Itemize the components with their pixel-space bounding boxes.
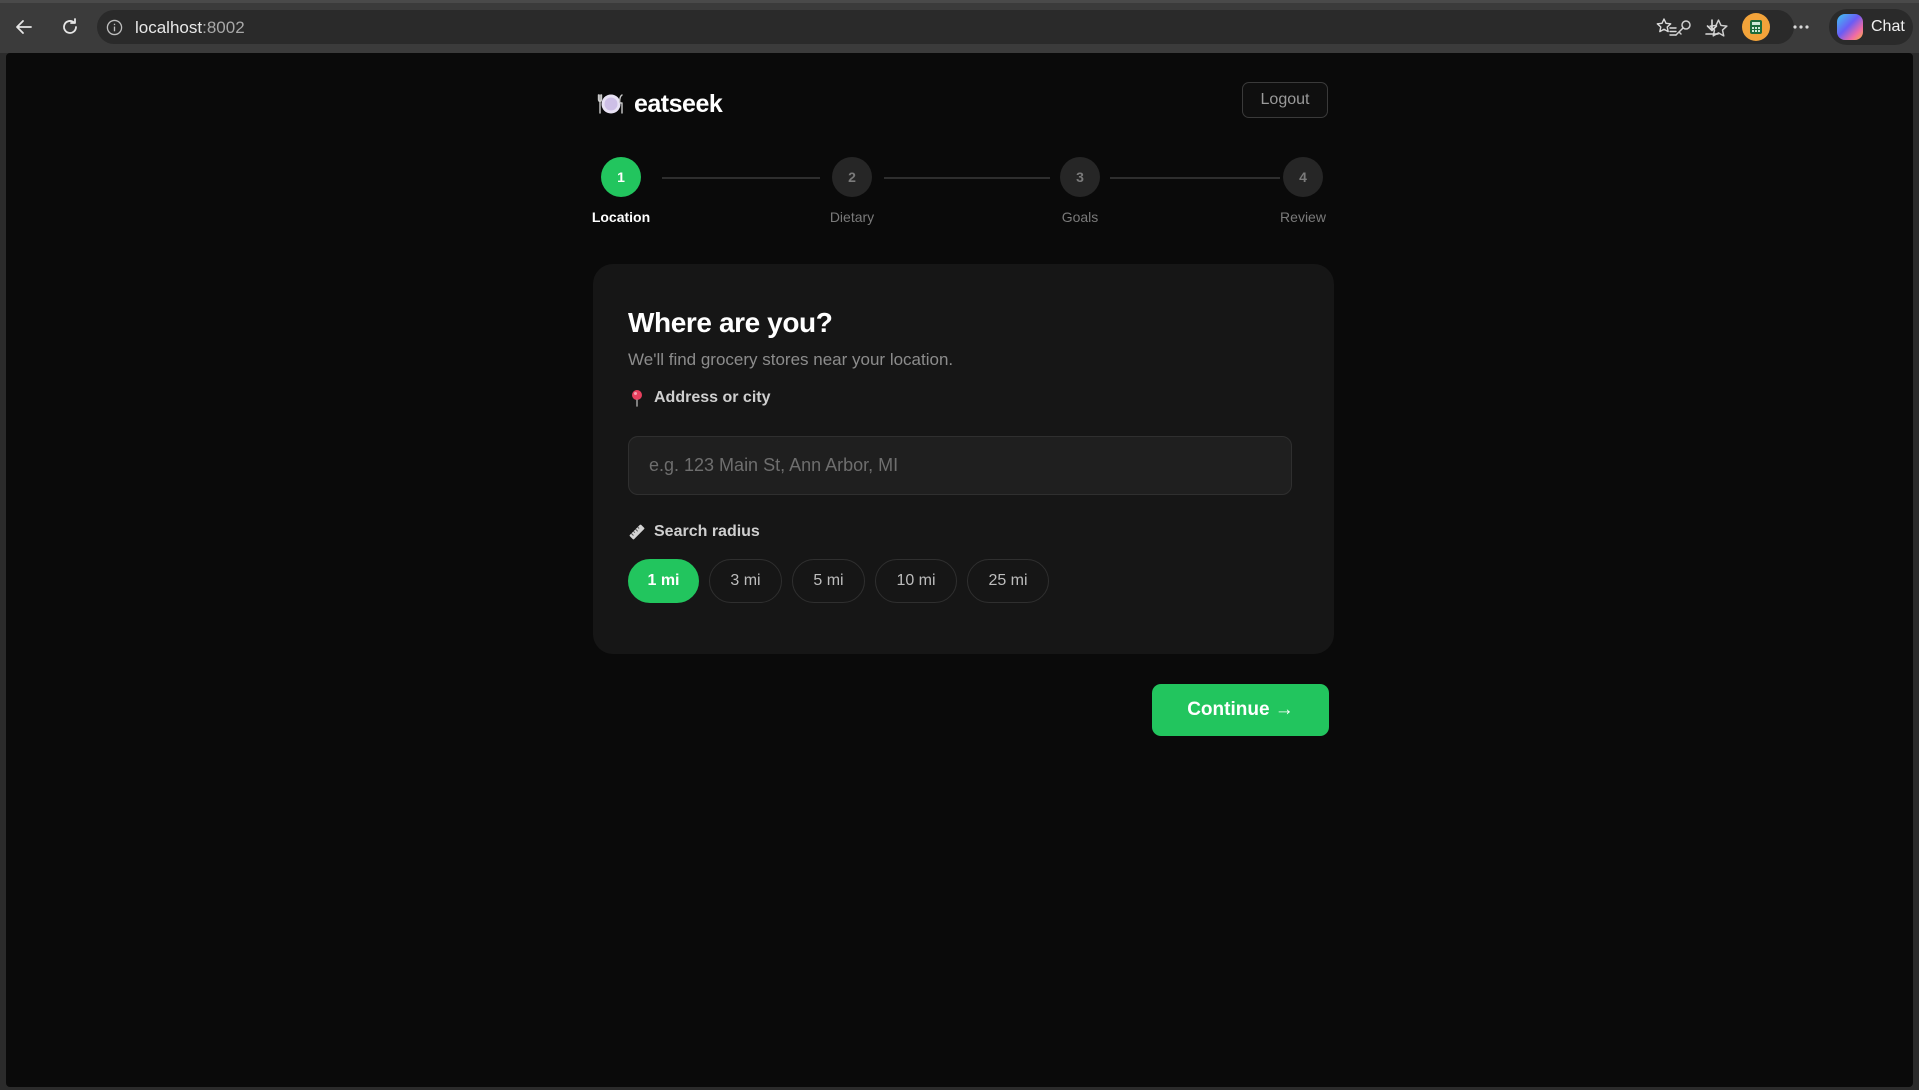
radius-option-5mi[interactable]: 5 mi [792,559,865,603]
radius-label: Search radius [628,523,760,541]
address-label: Address or city [628,389,770,407]
map-pin-icon [628,389,646,407]
step-label: Goals [1061,209,1099,225]
url-text: localhost:8002 [135,18,245,38]
step-number: 3 [1060,157,1100,197]
radius-options: 1 mi 3 mi 5 mi 10 mi 25 mi [628,559,1049,603]
continue-button[interactable]: Continue → [1152,684,1329,736]
step-number: 2 [832,157,872,197]
arrow-left-icon [16,20,32,34]
radius-option-1mi[interactable]: 1 mi [628,559,699,603]
step-label: Dietary [829,209,875,225]
brand-name: eatseek [634,89,723,118]
url-host: localhost [135,18,203,37]
ruler-icon [628,523,646,541]
site-info-icon[interactable] [105,18,123,36]
more-menu-icon[interactable] [1788,14,1814,40]
back-button[interactable] [8,11,40,43]
step-connector [884,177,1050,179]
step-dietary[interactable]: 2 Dietary [817,157,887,225]
reload-icon [63,18,77,34]
download-icon[interactable] [1699,14,1725,40]
address-bar[interactable]: localhost:8002 [97,10,1794,44]
step-goals[interactable]: 3 Goals [1045,157,1115,225]
tab-strip-edge [0,0,1919,3]
logout-button[interactable]: Logout [1242,82,1328,118]
radius-option-25mi[interactable]: 25 mi [967,559,1049,603]
url-port: :8002 [202,18,245,37]
copilot-chat-button[interactable]: Chat [1829,9,1913,45]
card-subtitle: We'll find grocery stores near your loca… [628,350,954,369]
address-input[interactable] [628,436,1292,495]
step-number: 4 [1283,157,1323,197]
reload-button[interactable] [54,11,86,43]
favorites-icon[interactable] [1653,14,1679,40]
page-viewport: eatseek Logout 1 Location 2 Dietary 3 Go… [6,53,1913,1087]
radius-option-10mi[interactable]: 10 mi [875,559,957,603]
step-connector [662,177,820,179]
step-label: Location [591,209,651,225]
plate-cutlery-icon [596,89,626,119]
chat-label: Chat [1871,18,1905,35]
address-label-text: Address or city [654,389,771,406]
calculator-extension-icon[interactable] [1742,13,1770,41]
step-connector [1110,177,1280,179]
progress-stepper: 1 Location 2 Dietary 3 Goals 4 Review [586,157,1338,227]
browser-toolbar: localhost:8002 Chat [0,0,1919,53]
location-card: Where are you? We'll find grocery stores… [593,264,1334,654]
step-number: 1 [601,157,641,197]
card-title: Where are you? [628,307,833,338]
radius-option-3mi[interactable]: 3 mi [709,559,782,603]
radius-label-text: Search radius [654,523,760,540]
step-label: Review [1280,209,1326,225]
step-location[interactable]: 1 Location [586,157,656,225]
step-review[interactable]: 4 Review [1268,157,1338,225]
copilot-icon [1837,14,1863,40]
brand[interactable]: eatseek [596,88,723,120]
